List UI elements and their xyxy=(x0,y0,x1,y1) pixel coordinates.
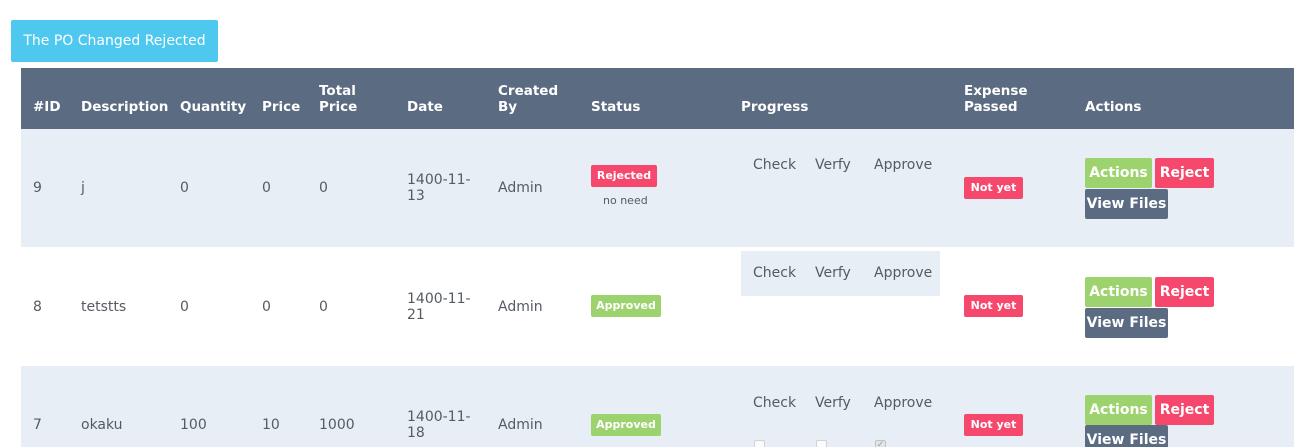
actions-button[interactable]: Actions xyxy=(1085,158,1152,188)
reject-button[interactable]: Reject xyxy=(1155,395,1214,425)
check-checkbox[interactable] xyxy=(754,440,765,447)
cell-quantity: 100 xyxy=(180,417,207,433)
expense-passed-badge: Not yet xyxy=(964,177,1023,199)
header-id: #ID xyxy=(33,99,61,115)
cell-date: 1400-11- 21 xyxy=(407,291,471,323)
cell-id: 7 xyxy=(33,417,42,433)
header-total-price: Total Price xyxy=(319,83,358,115)
table-row: 8 tetstts 0 0 0 1400-11- 21 Admin Approve… xyxy=(21,247,1294,400)
cell-date: 1400-11- 13 xyxy=(407,172,471,204)
header-expense-passed: Expense Passed xyxy=(964,83,1028,115)
progress-label-verfy: Verfy xyxy=(815,395,851,411)
cell-price: 0 xyxy=(262,180,271,196)
progress-panel: Check Verfy Approve xyxy=(741,143,940,188)
header-actions: Actions xyxy=(1085,99,1142,115)
cell-description: j xyxy=(81,180,85,196)
status-badge: Approved xyxy=(591,414,661,436)
view-files-button[interactable]: View Files xyxy=(1085,189,1168,219)
header-quantity: Quantity xyxy=(180,99,247,115)
cell-total-price: 0 xyxy=(319,299,328,315)
table-row: 9 j 0 0 0 1400-11- 13 Admin Rejected no n… xyxy=(21,129,1294,283)
purchase-orders-table: #ID Description Quantity Price Total Pric… xyxy=(21,68,1294,447)
cell-created-by: Admin xyxy=(498,299,543,315)
status-note: no need xyxy=(603,194,648,207)
header-price: Price xyxy=(262,99,301,115)
cell-id: 9 xyxy=(33,180,42,196)
cell-id: 8 xyxy=(33,299,42,315)
cell-price: 0 xyxy=(262,299,271,315)
reject-button[interactable]: Reject xyxy=(1155,158,1214,188)
cell-date: 1400-11- 18 xyxy=(407,409,471,441)
table-header: #ID Description Quantity Price Total Pric… xyxy=(21,68,1294,129)
progress-label-check: Check xyxy=(753,395,797,411)
expense-passed-badge: Not yet xyxy=(964,414,1023,436)
status-badge: Approved xyxy=(591,295,661,317)
progress-panel: Check Verfy Approve xyxy=(741,251,940,296)
header-created-by: Created By xyxy=(498,83,559,115)
header-date: Date xyxy=(407,99,443,115)
cell-total-price: 1000 xyxy=(319,417,355,433)
cell-description: okaku xyxy=(81,417,123,433)
header-progress: Progress xyxy=(741,99,809,115)
approve-checkbox[interactable]: ✓ xyxy=(875,440,886,447)
verfy-checkbox[interactable] xyxy=(816,440,827,447)
progress-label-verfy: Verfy xyxy=(815,265,851,281)
header-description: Description xyxy=(81,99,169,115)
progress-label-approve: Approve xyxy=(874,265,933,281)
po-changed-rejected-button[interactable]: The PO Changed Rejected xyxy=(11,20,218,62)
cell-created-by: Admin xyxy=(498,180,543,196)
view-files-button[interactable]: View Files xyxy=(1085,425,1168,447)
cell-description: tetstts xyxy=(81,299,127,315)
cell-price: 10 xyxy=(262,417,280,433)
cell-quantity: 0 xyxy=(180,180,189,196)
reject-button[interactable]: Reject xyxy=(1155,277,1214,307)
progress-label-check: Check xyxy=(753,157,797,173)
progress-label-verfy: Verfy xyxy=(815,157,851,173)
table-row: 7 okaku 100 10 1000 1400-11- 18 Admin App… xyxy=(21,366,1294,447)
status-badge: Rejected xyxy=(591,165,657,187)
actions-button[interactable]: Actions xyxy=(1085,395,1152,425)
progress-label-approve: Approve xyxy=(874,157,933,173)
progress-panel: Check Verfy Approve xyxy=(741,380,940,425)
actions-button[interactable]: Actions xyxy=(1085,277,1152,307)
header-status: Status xyxy=(591,99,641,115)
view-files-button[interactable]: View Files xyxy=(1085,308,1168,338)
progress-label-approve: Approve xyxy=(874,395,933,411)
progress-label-check: Check xyxy=(753,265,797,281)
cell-quantity: 0 xyxy=(180,299,189,315)
cell-total-price: 0 xyxy=(319,180,328,196)
expense-passed-badge: Not yet xyxy=(964,295,1023,317)
cell-created-by: Admin xyxy=(498,417,543,433)
